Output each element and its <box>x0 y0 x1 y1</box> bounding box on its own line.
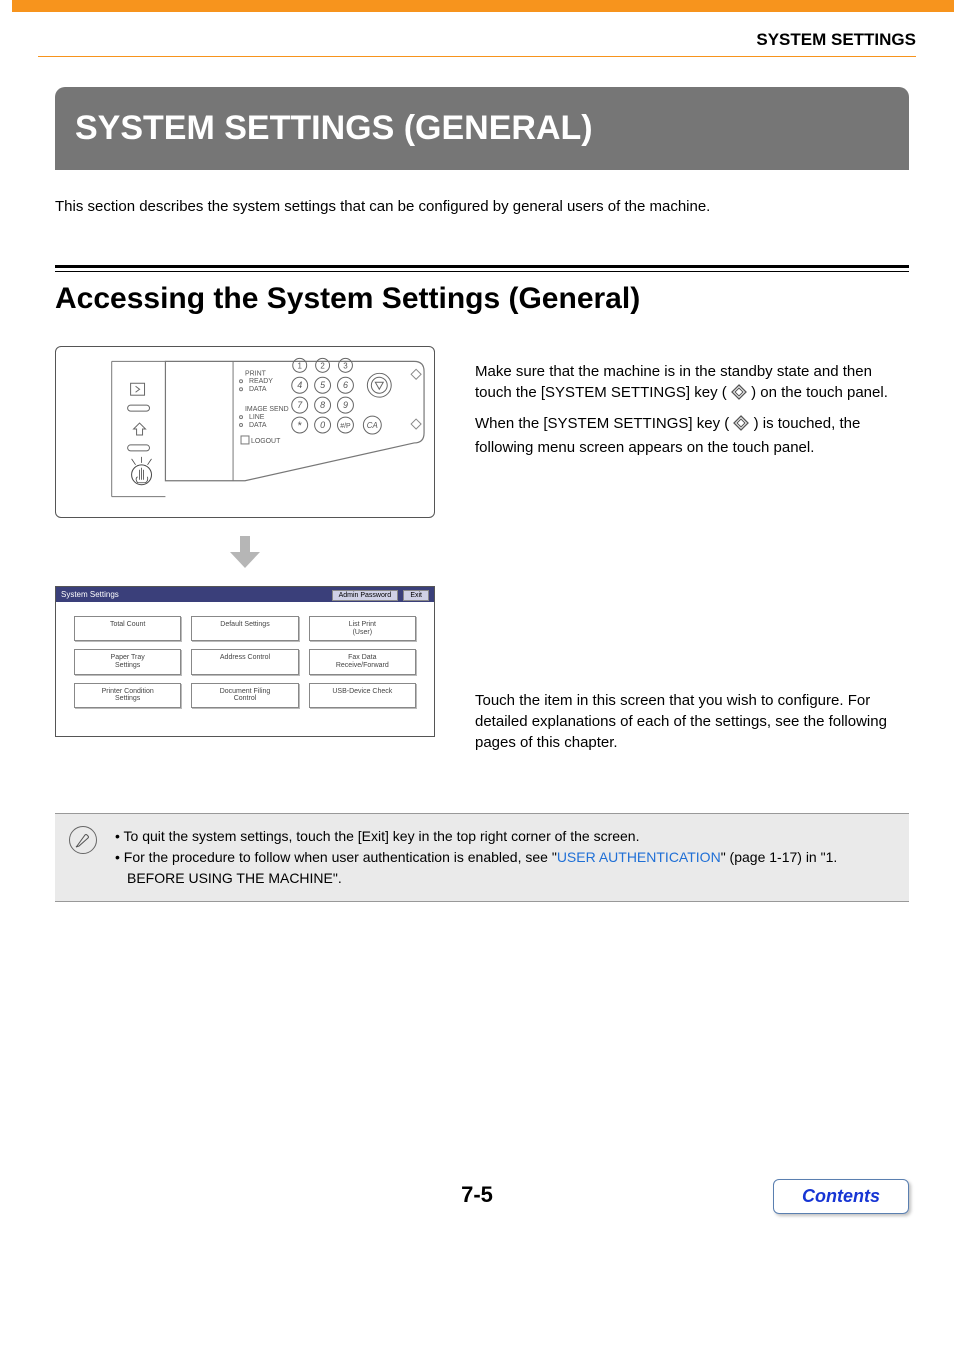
note-item-1: • To quit the system settings, touch the… <box>113 826 895 847</box>
svg-text:3: 3 <box>343 361 348 370</box>
btn-default-settings[interactable]: Default Settings <box>191 616 298 641</box>
section-title: Accessing the System Settings (General) <box>55 282 909 316</box>
svg-text:#/P: #/P <box>340 423 351 430</box>
intro-text: This section describes the system settin… <box>55 198 909 215</box>
btn-fax-data-receive-forward[interactable]: Fax DataReceive/Forward <box>309 649 416 674</box>
note-item-2: • For the procedure to follow when user … <box>113 847 895 889</box>
step1-paragraph-2: When the [SYSTEM SETTINGS] key ( ) is to… <box>475 413 909 458</box>
btn-address-control[interactable]: Address Control <box>191 649 298 674</box>
step1-paragraph: Make sure that the machine is in the sta… <box>475 361 909 406</box>
btn-paper-tray-settings[interactable]: Paper TraySettings <box>74 649 181 674</box>
title-banner: SYSTEM SETTINGS (GENERAL) <box>55 87 909 170</box>
step2-paragraph: Touch the item in this screen that you w… <box>475 690 909 753</box>
step1-p2a: When the [SYSTEM SETTINGS] key ( <box>475 415 729 432</box>
control-panel-figure: PRINT READY DATA IMAGE SEND LINE DATA LO… <box>55 346 435 518</box>
down-arrow-icon <box>230 536 260 568</box>
svg-text:0: 0 <box>320 420 325 430</box>
system-settings-key-icon <box>733 415 749 437</box>
section-divider <box>55 265 909 272</box>
screen-header: System Settings Admin Password Exit <box>56 587 434 602</box>
svg-text:*: * <box>298 420 303 432</box>
label-logout: LOGOUT <box>251 438 281 445</box>
btn-document-filing-control[interactable]: Document FilingControl <box>191 683 298 708</box>
label-imagesend: IMAGE SEND <box>245 406 289 413</box>
system-settings-screen-figure: System Settings Admin Password Exit Tota… <box>55 586 435 737</box>
svg-text:6: 6 <box>343 380 348 390</box>
svg-text:2: 2 <box>320 361 325 370</box>
exit-button[interactable]: Exit <box>403 590 429 601</box>
orange-accent-bar <box>12 0 954 12</box>
svg-text:5: 5 <box>320 380 325 390</box>
btn-usb-device-check[interactable]: USB-Device Check <box>309 683 416 708</box>
svg-text:8: 8 <box>320 400 325 410</box>
step1-p1b: ) on the touch panel. <box>751 384 888 401</box>
user-authentication-link[interactable]: USER AUTHENTICATION <box>557 849 721 865</box>
svg-text:4: 4 <box>297 380 302 390</box>
label-ready: READY <box>249 378 273 385</box>
svg-text:1: 1 <box>297 361 302 370</box>
contents-button[interactable]: Contents <box>773 1179 909 1214</box>
screen-title: System Settings <box>61 590 119 599</box>
svg-text:9: 9 <box>343 400 348 410</box>
btn-total-count[interactable]: Total Count <box>74 616 181 641</box>
breadcrumb: SYSTEM SETTINGS <box>756 30 916 49</box>
label-data2: DATA <box>249 422 267 429</box>
title-text: SYSTEM SETTINGS (GENERAL) <box>75 109 593 147</box>
note-box: • To quit the system settings, touch the… <box>55 813 909 902</box>
system-settings-key-icon <box>731 384 747 406</box>
label-print: PRINT <box>245 370 267 377</box>
label-line: LINE <box>249 414 265 421</box>
admin-password-button[interactable]: Admin Password <box>332 590 399 601</box>
note-icon <box>69 826 97 854</box>
svg-text:CA: CA <box>367 421 378 430</box>
btn-printer-condition-settings[interactable]: Printer ConditionSettings <box>74 683 181 708</box>
page-header: SYSTEM SETTINGS <box>38 12 916 57</box>
label-data1: DATA <box>249 386 267 393</box>
btn-list-print-user[interactable]: List Print(User) <box>309 616 416 641</box>
